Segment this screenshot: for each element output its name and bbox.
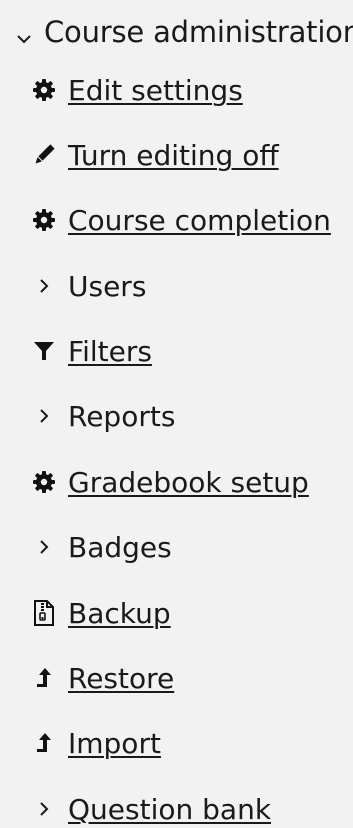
gear-icon <box>30 468 58 496</box>
chevron-right-icon <box>30 533 58 561</box>
badges-label: Badges <box>68 530 172 564</box>
gear-icon <box>30 206 58 234</box>
nav-item-edit-settings[interactable]: Edit settings <box>30 67 243 113</box>
nav-item-reports[interactable]: Reports <box>30 393 175 439</box>
chevron-right-icon <box>30 272 58 300</box>
backup-link[interactable]: Backup <box>68 597 171 630</box>
nav-item-turn-editing-off[interactable]: Turn editing off <box>30 132 279 178</box>
turn-editing-off-link[interactable]: Turn editing off <box>68 139 279 172</box>
course-administration-header[interactable]: Course administration <box>10 10 353 54</box>
level-up-arrow-icon <box>30 664 58 692</box>
chevron-right-icon <box>30 795 58 823</box>
level-up-arrow-icon <box>30 729 58 757</box>
chevron-right-icon <box>30 402 58 430</box>
nav-item-filters[interactable]: Filters <box>30 328 152 374</box>
filters-link[interactable]: Filters <box>68 335 152 368</box>
course-completion-link[interactable]: Course completion <box>68 204 331 237</box>
nav-item-badges[interactable]: Badges <box>30 524 172 570</box>
restore-link[interactable]: Restore <box>68 662 174 695</box>
chevron-down-icon <box>14 22 34 44</box>
users-label: Users <box>68 269 147 303</box>
reports-label: Reports <box>68 399 176 433</box>
course-administration-label: Course administration <box>44 15 353 49</box>
filter-icon <box>30 337 58 365</box>
pencil-icon <box>30 141 58 169</box>
gear-icon <box>30 76 58 104</box>
archive-file-icon <box>30 599 58 627</box>
nav-item-restore[interactable]: Restore <box>30 655 174 701</box>
import-link[interactable]: Import <box>68 727 161 760</box>
nav-item-import[interactable]: Import <box>30 720 161 766</box>
nav-item-question-bank[interactable]: Question bank <box>30 786 271 828</box>
nav-item-users[interactable]: Users <box>30 263 146 309</box>
nav-item-course-completion[interactable]: Course completion <box>30 197 331 243</box>
course-administration-panel: Course administration Edit settings Turn… <box>0 0 353 828</box>
nav-item-backup[interactable]: Backup <box>30 590 171 636</box>
edit-settings-link[interactable]: Edit settings <box>68 74 243 107</box>
gradebook-setup-link[interactable]: Gradebook setup <box>68 466 309 499</box>
question-bank-link[interactable]: Question bank <box>68 793 271 826</box>
nav-item-gradebook-setup[interactable]: Gradebook setup <box>30 459 309 505</box>
